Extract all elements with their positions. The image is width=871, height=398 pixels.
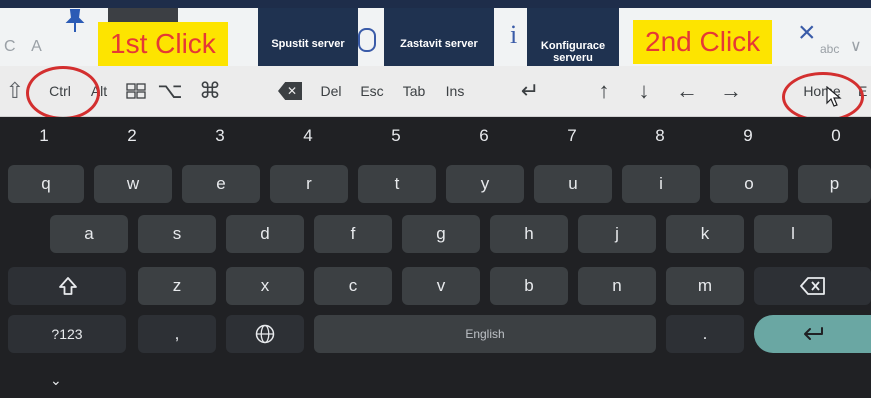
ins-key[interactable]: Ins — [440, 66, 470, 116]
key-k[interactable]: k — [666, 215, 744, 253]
key-f[interactable]: f — [314, 215, 392, 253]
down-arrow-key[interactable]: ↓ — [630, 66, 658, 116]
key-h[interactable]: h — [490, 215, 568, 253]
del-key[interactable]: Del — [316, 66, 346, 116]
key-2[interactable]: 2 — [112, 121, 152, 151]
key-s[interactable]: s — [138, 215, 216, 253]
key-u[interactable]: u — [534, 165, 612, 203]
enter-key[interactable] — [754, 315, 871, 353]
key-1[interactable]: 1 — [24, 121, 64, 151]
info-icon[interactable]: i — [510, 20, 517, 50]
key-6[interactable]: 6 — [464, 121, 504, 151]
key-m[interactable]: m — [666, 267, 744, 305]
left-arrow-key[interactable]: ← — [672, 66, 702, 116]
key-g[interactable]: g — [402, 215, 480, 253]
backspace-key[interactable] — [754, 267, 871, 305]
key-y[interactable]: y — [446, 165, 524, 203]
key-x[interactable]: x — [226, 267, 304, 305]
close-icon[interactable]: × — [798, 16, 816, 50]
pin-icon[interactable] — [64, 8, 86, 34]
key-z[interactable]: z — [138, 267, 216, 305]
first-click-callout: 1st Click — [98, 22, 228, 66]
onscreen-keyboard: 1 2 3 4 5 6 7 8 9 0 q w e r t y u i o p … — [0, 117, 871, 398]
key-a[interactable]: a — [50, 215, 128, 253]
key-r[interactable]: r — [270, 165, 348, 203]
key-p[interactable]: p — [798, 165, 871, 203]
toolbar-ghost-text: C A — [4, 38, 48, 55]
abc-indicator: abc — [820, 42, 840, 56]
second-click-highlight — [782, 72, 864, 122]
stop-server-label: Zastavit server — [400, 38, 478, 50]
backspace-key-icon[interactable]: ✕ — [278, 82, 302, 100]
comma-key[interactable]: , — [138, 315, 216, 353]
return-key-icon[interactable]: ↵ — [514, 66, 546, 116]
app-title-strip — [0, 0, 871, 8]
key-i[interactable]: i — [622, 165, 700, 203]
key-d[interactable]: d — [226, 215, 304, 253]
option-key-icon[interactable]: ⌥ — [156, 66, 184, 116]
period-key[interactable]: . — [666, 315, 744, 353]
key-0[interactable]: 0 — [816, 121, 856, 151]
key-t[interactable]: t — [358, 165, 436, 203]
shift-lock-icon[interactable]: ⇧ — [4, 66, 26, 116]
server-config-label-1: Konfigurace — [540, 40, 606, 52]
space-key[interactable]: English — [314, 315, 656, 353]
key-8[interactable]: 8 — [640, 121, 680, 151]
server-config-button[interactable]: Konfigurace serveru — [527, 8, 619, 66]
start-server-label: Spustit server — [271, 38, 345, 50]
key-4[interactable]: 4 — [288, 121, 328, 151]
server-config-label-2: serveru — [553, 52, 593, 64]
up-arrow-key[interactable]: ↑ — [590, 66, 618, 116]
key-5[interactable]: 5 — [376, 121, 416, 151]
tab-key[interactable]: Tab — [398, 66, 430, 116]
key-w[interactable]: w — [94, 165, 172, 203]
key-j[interactable]: j — [578, 215, 656, 253]
esc-key[interactable]: Esc — [356, 66, 388, 116]
key-3[interactable]: 3 — [200, 121, 240, 151]
stop-server-button[interactable]: Zastavit server — [384, 8, 494, 66]
mouse-icon — [358, 28, 376, 52]
key-9[interactable]: 9 — [728, 121, 768, 151]
key-o[interactable]: o — [710, 165, 788, 203]
chevron-down-icon: ∨ — [850, 38, 862, 55]
collapse-keyboard-icon[interactable]: ⌄ — [50, 372, 62, 389]
command-key-icon[interactable]: ⌘ — [196, 66, 224, 116]
key-v[interactable]: v — [402, 267, 480, 305]
keyboard-shortcut-row: ⇧ Ctrl Alt ⌥ ⌘ ✕ Del Esc Tab Ins ↵ ↑ ↓ ←… — [0, 66, 871, 117]
windows-key-icon[interactable] — [124, 66, 148, 116]
start-server-button[interactable]: Spustit server — [258, 8, 358, 66]
shift-key[interactable] — [8, 267, 126, 305]
symbols-key[interactable]: ?123 — [8, 315, 126, 353]
language-key[interactable] — [226, 315, 304, 353]
key-n[interactable]: n — [578, 267, 656, 305]
mouse-cursor-icon — [826, 86, 842, 108]
key-l[interactable]: l — [754, 215, 832, 253]
key-7[interactable]: 7 — [552, 121, 592, 151]
key-b[interactable]: b — [490, 267, 568, 305]
right-arrow-key[interactable]: → — [716, 66, 746, 116]
key-e[interactable]: e — [182, 165, 260, 203]
key-c[interactable]: c — [314, 267, 392, 305]
key-q[interactable]: q — [8, 165, 84, 203]
first-click-highlight — [26, 66, 100, 120]
second-click-callout: 2nd Click — [633, 20, 773, 64]
